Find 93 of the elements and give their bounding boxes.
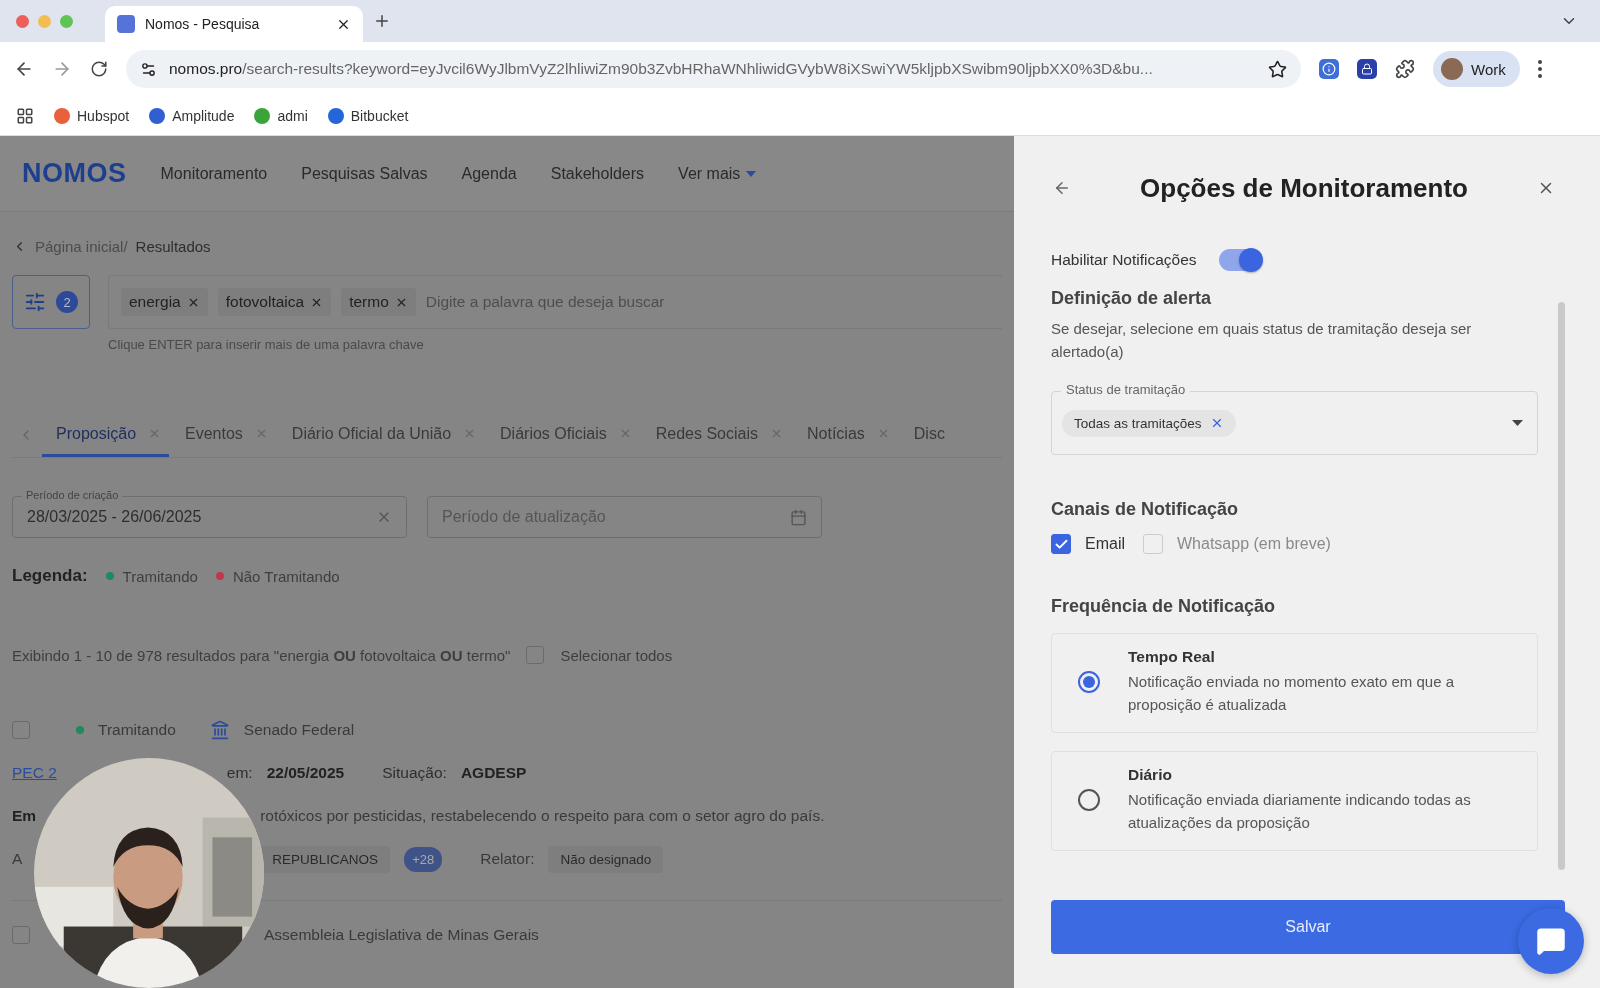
legend-text: Tramitando	[122, 567, 198, 585]
lock-icon[interactable]	[1357, 59, 1377, 79]
brand-logo[interactable]: NOMOS	[22, 158, 127, 189]
section-description: Se desejar, selecione em quais status de tramitação deseja ser alertado(a)	[1051, 319, 1473, 362]
new-tab-icon[interactable]	[373, 12, 391, 30]
result-tab[interactable]: Diário Oficial da União	[277, 413, 485, 457]
radio-button[interactable]	[1078, 789, 1100, 811]
summary-text: Em	[12, 807, 37, 825]
bookmark-star-icon[interactable]	[1268, 59, 1287, 79]
field-label: Período de criação	[22, 488, 123, 502]
summary-text: rotóxicos por pesticidas, restabelecendo o respeito para com o setor agro do país.	[260, 807, 825, 825]
result-tab[interactable]: Redes Sociais	[641, 413, 791, 457]
browser-tab[interactable]: Nomos - Pesquisa	[105, 6, 363, 42]
nav-link[interactable]: Monitoramento	[160, 164, 268, 183]
result-tab[interactable]: Proposição	[42, 413, 170, 457]
house-name: Assembleia Legislativa de Minas Gerais	[264, 926, 539, 944]
frequency-option[interactable]: Diário Notificação enviada diariamente indicando todas as atualizações da proposição	[1051, 751, 1538, 851]
drawer-title: Opções de Monitoramento	[1140, 172, 1468, 204]
extensions-icon[interactable]	[1395, 59, 1415, 79]
more-count[interactable]: +28	[404, 846, 443, 872]
nav-link[interactable]: Stakeholders	[550, 164, 645, 183]
checkbox[interactable]	[12, 926, 30, 944]
checkbox-label: Selecionar todos	[560, 646, 673, 664]
back-icon[interactable]	[1053, 179, 1071, 197]
situation-value: AGDESP	[460, 764, 527, 782]
radio-button[interactable]	[1078, 671, 1100, 693]
breadcrumb-link[interactable]: Página inicial/	[35, 238, 128, 255]
bookmark-link[interactable]: Amplitude	[149, 107, 235, 124]
toggle-label: Habilitar Notificações	[1051, 251, 1197, 269]
filter-icon	[24, 291, 46, 313]
menu-icon[interactable]	[1537, 60, 1542, 78]
toggle-switch[interactable]	[1218, 249, 1261, 271]
section-heading: Definição de alerta	[1051, 288, 1213, 309]
checkbox[interactable]	[1051, 534, 1071, 554]
section-heading: Frequência de Notificação	[1051, 596, 1277, 617]
checkbox-label: Email	[1085, 535, 1125, 553]
caret-icon	[746, 170, 757, 177]
avatar-icon	[1441, 58, 1463, 80]
situation-label: Situação:	[382, 764, 447, 782]
building-icon	[209, 720, 230, 740]
date-label: em:	[226, 764, 253, 782]
chat-icon	[1536, 926, 1566, 956]
bookmark-link[interactable]: admi	[254, 107, 308, 124]
checkbox[interactable]	[12, 721, 30, 739]
result-tab[interactable]: Disc	[899, 413, 953, 457]
bookmark-link[interactable]: Bitbucket	[327, 107, 409, 124]
reload-icon[interactable]	[90, 60, 108, 78]
nav-dropdown[interactable]: Ver mais	[678, 164, 757, 183]
result-tab[interactable]: Notícias	[793, 413, 898, 457]
section-heading: Canais de Notificação	[1051, 499, 1240, 520]
checkbox-label: Whatsapp (em breve)	[1177, 535, 1331, 553]
nav-link[interactable]: Pesquisas Salvas	[301, 164, 428, 183]
profile-button[interactable]: Work	[1433, 51, 1520, 87]
dropdown-caret-icon[interactable]	[1512, 420, 1523, 426]
legend-text: Não Tramitando	[232, 567, 340, 585]
results-summary: Exibindo 1 - 10 de 978 resultados para "energia OU fotovoltaica OU termo"	[12, 646, 511, 664]
close-window-icon[interactable]	[16, 14, 29, 28]
search-hint: Clique ENTER para inserir mais de uma palavra chave	[108, 337, 425, 352]
filter-count: 2	[56, 291, 78, 313]
keyword-chip[interactable]: fotovoltaica	[217, 288, 332, 316]
result-tab[interactable]: Diários Oficiais	[486, 413, 640, 457]
house-name: Senado Federal	[243, 721, 355, 739]
keyword-chip[interactable]: termo	[341, 288, 416, 316]
result-tab[interactable]: Eventos	[171, 413, 276, 457]
save-button[interactable]: Salvar	[1051, 900, 1565, 954]
filter-button[interactable]: 2	[12, 275, 90, 329]
rapporteur-label: Relator:	[480, 850, 535, 868]
checkbox[interactable]	[526, 646, 545, 664]
address-bar[interactable]: nomos.pro/search-results?keyword=eyJvcil6WyJlbmVyZ2lhliwiZm90b3ZvbHRhaWNhliwidGVybW8iXSwiYW5kljpbXSwibm90ljpbXX0%3D&bu...	[126, 50, 1301, 88]
site-icon	[117, 15, 135, 33]
status-text: Tramitando	[98, 721, 176, 739]
rapporteur-tag: Não designado	[548, 845, 664, 873]
bookmark-link[interactable]: Hubspot	[54, 107, 130, 124]
chat-button[interactable]	[1518, 908, 1584, 974]
frequency-option[interactable]: Tempo Real Notificação enviada no momento exato em que a proposição é atualizada	[1051, 633, 1538, 733]
site-settings-icon[interactable]	[140, 60, 157, 78]
apps-icon[interactable]	[16, 106, 34, 125]
proposal-link[interactable]: PEC 2	[12, 764, 57, 782]
legend-label: Legenda:	[12, 566, 88, 586]
party-tag: REPUBLICANOS	[260, 845, 391, 873]
date-value: 22/05/2025	[266, 764, 345, 782]
info-icon[interactable]	[1319, 59, 1339, 79]
breadcrumb-current: Resultados	[135, 238, 211, 255]
option-title: Tempo Real	[1128, 648, 1216, 666]
url-text: nomos.pro/search-results?keyword=eyJvcil6WyJlbmVyZ2lhliwiZm90b3ZvbHRhaWNhliwidGVybW8iXSwiYW5kljpbXSwibm90ljpbXX0%3D&bu...	[169, 60, 1153, 78]
status-chip[interactable]: Todas as tramitações	[1062, 409, 1236, 437]
option-description: Notificação enviada no momento exato em que a proposição é atualizada	[1128, 672, 1456, 715]
nav-link[interactable]: Agenda	[461, 164, 517, 183]
keyword-chip[interactable]: energia	[121, 288, 208, 316]
authors-label: A	[12, 850, 23, 868]
option-description: Notificação enviada diariamente indicando todas as atualizações da proposição	[1128, 790, 1472, 833]
scrollbar[interactable]	[1558, 302, 1565, 870]
option-title: Diário	[1128, 766, 1173, 784]
